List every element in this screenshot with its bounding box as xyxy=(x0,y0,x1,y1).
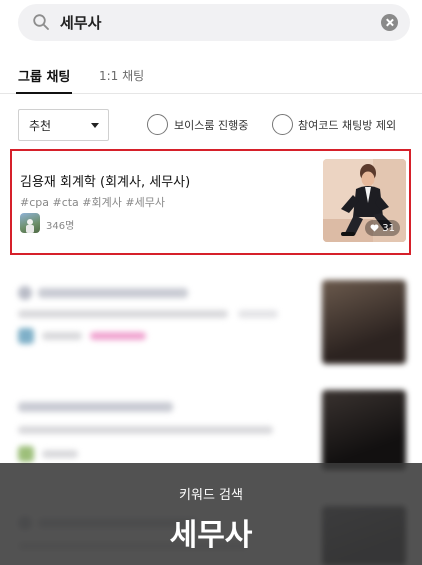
like-count-value: 31 xyxy=(382,222,395,234)
blurred-avatar xyxy=(18,446,34,462)
blurred-extra xyxy=(238,310,278,318)
caption-subtitle: 키워드 검색 xyxy=(179,488,243,503)
like-count: 31 xyxy=(365,220,400,236)
sort-dropdown[interactable]: 추천 xyxy=(18,109,109,141)
blurred-tags xyxy=(18,426,273,434)
search-input[interactable]: 세무사 xyxy=(60,12,101,33)
keyword-caption-overlay: 키워드 검색 세무사 xyxy=(0,463,422,565)
sort-dropdown-value: 추천 xyxy=(29,119,52,133)
heart-icon xyxy=(370,224,379,232)
tab-group-chat[interactable]: 그룹 채팅 xyxy=(15,66,73,94)
voice-room-label[interactable]: 보이스룸 진행중 xyxy=(174,117,248,133)
blurred-thumbnail xyxy=(322,390,406,470)
blurred-thumbnail xyxy=(322,280,406,364)
host-avatar xyxy=(20,213,40,233)
search-icon xyxy=(33,14,49,30)
blurred-meta xyxy=(42,332,82,340)
clear-icon[interactable] xyxy=(381,14,398,31)
chatroom-tags: #cpa #cta #회계사 #세무사 xyxy=(20,196,165,209)
caption-keyword: 세무사 xyxy=(169,518,253,553)
tab-one-to-one-chat[interactable]: 1:1 채팅 xyxy=(99,67,144,84)
chatroom-thumbnail: 31 xyxy=(323,159,406,242)
chatroom-result-card[interactable]: 김용재 회계학 (회계사, 세무사) #cpa #cta #회계사 #세무사 3… xyxy=(10,149,411,255)
blurred-tags xyxy=(18,310,228,318)
blurred-badge xyxy=(90,332,146,340)
blurred-title xyxy=(18,402,173,412)
blurred-title xyxy=(38,288,188,298)
member-count: 346명 xyxy=(46,221,75,232)
blurred-meta xyxy=(42,450,78,458)
chatroom-title: 김용재 회계학 (회계사, 세무사) xyxy=(20,175,191,190)
exclude-code-room-radio[interactable] xyxy=(272,114,293,135)
exclude-code-room-label[interactable]: 참여코드 채팅방 제외 xyxy=(298,117,396,133)
blurred-avatar xyxy=(18,286,32,300)
chevron-down-icon xyxy=(91,123,99,128)
search-bar[interactable]: 세무사 xyxy=(18,4,410,41)
blurred-avatar xyxy=(18,328,34,344)
voice-room-radio[interactable] xyxy=(147,114,168,135)
chat-type-tabs: 그룹 채팅 1:1 채팅 xyxy=(0,56,422,94)
